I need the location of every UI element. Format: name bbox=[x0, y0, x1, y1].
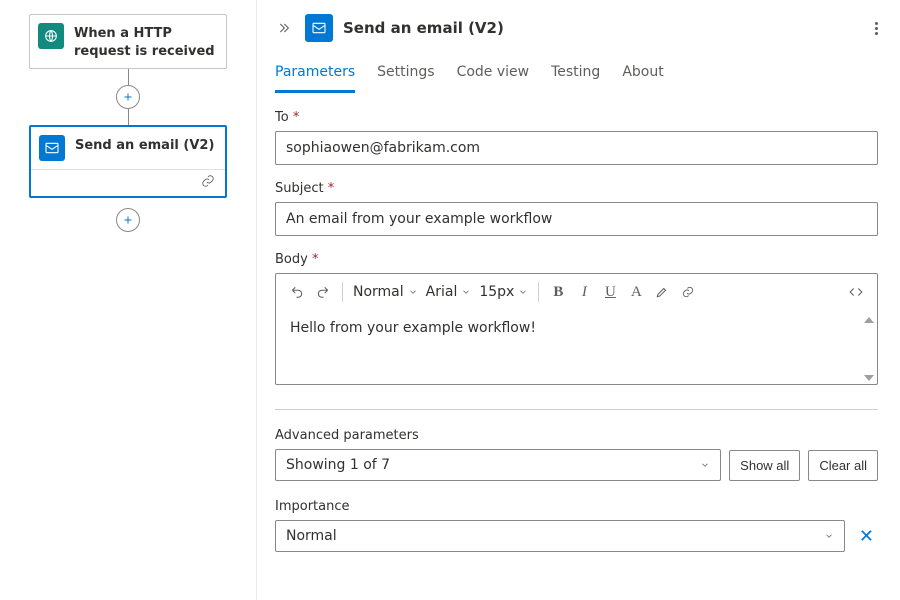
to-label: To * bbox=[275, 110, 878, 125]
scroll-down-icon[interactable] bbox=[864, 375, 874, 381]
node-http-title: When a HTTP request is received bbox=[74, 23, 216, 60]
kebab-icon bbox=[875, 22, 878, 35]
show-all-button[interactable]: Show all bbox=[729, 450, 800, 481]
subject-label: Subject * bbox=[275, 181, 878, 196]
parameters-form: To * Subject * Body * bbox=[275, 110, 882, 600]
node-http-trigger[interactable]: When a HTTP request is received bbox=[29, 14, 227, 69]
body-editor: Normal Arial 15px bbox=[275, 273, 878, 385]
panel-tabs: Parameters Settings Code view Testing Ab… bbox=[275, 60, 882, 92]
node-email-title: Send an email (V2) bbox=[75, 135, 214, 155]
more-menu-button[interactable] bbox=[871, 18, 882, 39]
link-icon bbox=[201, 174, 215, 188]
tab-settings[interactable]: Settings bbox=[377, 60, 434, 93]
connector-1 bbox=[18, 69, 238, 125]
chevron-down-icon bbox=[824, 531, 834, 541]
advanced-params-select[interactable]: Showing 1 of 7 bbox=[275, 449, 721, 481]
panel-title: Send an email (V2) bbox=[343, 19, 861, 37]
divider bbox=[275, 409, 878, 410]
node-send-email[interactable]: Send an email (V2) bbox=[29, 125, 227, 198]
workflow-canvas: When a HTTP request is received Send an … bbox=[0, 0, 256, 600]
body-textarea[interactable]: Hello from your example workflow! bbox=[276, 310, 877, 384]
undo-button[interactable] bbox=[286, 280, 308, 304]
chevron-down-icon bbox=[408, 287, 418, 297]
font-color-button[interactable]: A bbox=[625, 280, 647, 304]
details-panel: Send an email (V2) Parameters Settings C… bbox=[256, 0, 900, 600]
panel-outlook-icon bbox=[305, 14, 333, 42]
link-button[interactable] bbox=[677, 280, 699, 304]
font-select[interactable]: Arial bbox=[424, 284, 474, 300]
add-step-button-1[interactable] bbox=[116, 85, 140, 109]
highlight-button[interactable] bbox=[651, 280, 673, 304]
body-content: Hello from your example workflow! bbox=[290, 320, 536, 336]
chevron-down-icon bbox=[700, 460, 710, 470]
body-label: Body * bbox=[275, 252, 878, 267]
http-trigger-icon bbox=[38, 23, 64, 49]
tab-parameters[interactable]: Parameters bbox=[275, 60, 355, 93]
importance-select[interactable]: Normal bbox=[275, 520, 845, 552]
size-select[interactable]: 15px bbox=[477, 284, 530, 300]
tab-testing[interactable]: Testing bbox=[551, 60, 600, 93]
collapse-panel-button[interactable] bbox=[275, 18, 295, 38]
importance-label: Importance bbox=[275, 499, 878, 514]
outlook-icon bbox=[39, 135, 65, 161]
advanced-params-label: Advanced parameters bbox=[275, 428, 721, 443]
scroll-up-icon[interactable] bbox=[864, 317, 874, 323]
chevron-down-icon bbox=[461, 287, 471, 297]
editor-toolbar: Normal Arial 15px bbox=[276, 274, 877, 310]
subject-input[interactable] bbox=[275, 202, 878, 236]
bold-button[interactable]: B bbox=[547, 280, 569, 304]
italic-button[interactable]: I bbox=[573, 280, 595, 304]
clear-all-button[interactable]: Clear all bbox=[808, 450, 878, 481]
redo-button[interactable] bbox=[312, 280, 334, 304]
code-view-button[interactable] bbox=[845, 280, 867, 304]
remove-importance-button[interactable]: ✕ bbox=[855, 526, 878, 547]
tab-codeview[interactable]: Code view bbox=[457, 60, 530, 93]
to-input[interactable] bbox=[275, 131, 878, 165]
chevron-down-icon bbox=[518, 287, 528, 297]
underline-button[interactable]: U bbox=[599, 280, 621, 304]
tab-about[interactable]: About bbox=[622, 60, 663, 93]
style-select[interactable]: Normal bbox=[351, 284, 420, 300]
add-step-button-2[interactable] bbox=[116, 208, 140, 232]
